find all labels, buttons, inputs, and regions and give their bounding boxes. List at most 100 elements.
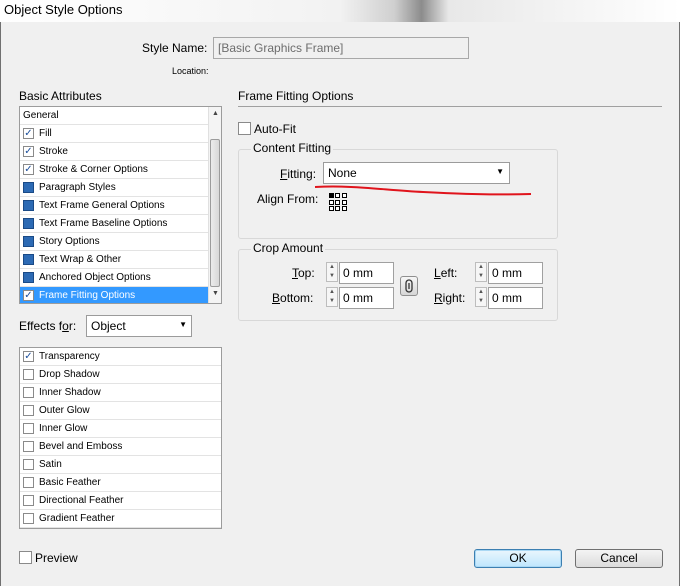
link-icon[interactable] bbox=[400, 276, 418, 296]
list-item[interactable]: Basic Feather bbox=[20, 474, 221, 492]
checkbox[interactable] bbox=[23, 441, 34, 452]
bottom-label: Bottom: bbox=[272, 291, 314, 305]
list-item[interactable]: Fill bbox=[20, 125, 208, 143]
left-field[interactable]: 0 mm bbox=[488, 262, 543, 284]
list-item[interactable]: Text Frame Baseline Options bbox=[20, 215, 208, 233]
list-item[interactable]: General bbox=[20, 107, 208, 125]
left-label: Left: bbox=[434, 266, 458, 280]
content-fitting-title: Content Fitting bbox=[251, 141, 334, 155]
ignore-checkbox-icon[interactable] bbox=[23, 254, 34, 265]
bottom-field[interactable]: 0 mm bbox=[339, 287, 394, 309]
ignore-checkbox-icon[interactable] bbox=[23, 236, 34, 247]
list-item[interactable]: Transparency bbox=[20, 348, 221, 366]
ok-button[interactable]: OK bbox=[474, 549, 562, 568]
title-bar[interactable]: Object Style Options bbox=[0, 0, 680, 22]
list-item-label: Anchored Object Options bbox=[39, 272, 151, 283]
basic-attributes-list: General Fill Stroke Stroke & Corner Options… bbox=[19, 106, 222, 304]
list-item-label: Inner Shadow bbox=[39, 387, 101, 398]
top-stepper[interactable]: ▲ ▼ bbox=[326, 262, 338, 282]
checkbox[interactable] bbox=[23, 128, 34, 139]
list-item-label: Stroke bbox=[39, 146, 68, 157]
basic-attributes-heading: Basic Attributes bbox=[19, 89, 102, 103]
fitting-dropdown[interactable]: None ▼ bbox=[323, 162, 510, 184]
heading-divider bbox=[238, 106, 662, 107]
list-item[interactable]: Bevel and Emboss bbox=[20, 438, 221, 456]
style-name-field[interactable]: [Basic Graphics Frame] bbox=[213, 37, 469, 59]
list-item-label: Text Wrap & Other bbox=[39, 254, 122, 265]
location-label: Location: bbox=[172, 66, 209, 76]
list-item[interactable]: Stroke bbox=[20, 143, 208, 161]
checkbox[interactable] bbox=[23, 290, 34, 301]
list-item-label: General bbox=[23, 110, 59, 121]
preview-checkbox[interactable] bbox=[19, 551, 32, 564]
list-item[interactable]: Stroke & Corner Options bbox=[20, 161, 208, 179]
preview-label: Preview bbox=[35, 551, 78, 565]
list-item[interactable]: Satin bbox=[20, 456, 221, 474]
effects-for-dropdown[interactable]: Object ▼ bbox=[86, 315, 192, 337]
chevron-down-icon: ▼ bbox=[496, 167, 504, 176]
checkbox[interactable] bbox=[23, 513, 34, 524]
checkbox[interactable] bbox=[23, 477, 34, 488]
list-item[interactable]: Text Frame General Options bbox=[20, 197, 208, 215]
list-item-label: Drop Shadow bbox=[39, 369, 100, 380]
object-style-options-dialog: Style Name: [Basic Graphics Frame] Locat… bbox=[0, 22, 680, 586]
scroll-thumb[interactable] bbox=[210, 139, 220, 287]
scroll-down-icon[interactable]: ▼ bbox=[212, 290, 219, 297]
right-field[interactable]: 0 mm bbox=[488, 287, 543, 309]
right-label: Right: bbox=[434, 291, 466, 305]
right-stepper[interactable]: ▲ ▼ bbox=[475, 287, 487, 307]
list-item[interactable]: Paragraph Styles bbox=[20, 179, 208, 197]
list-item[interactable]: Directional Feather bbox=[20, 492, 221, 510]
checkbox[interactable] bbox=[23, 146, 34, 157]
list-item-label: Satin bbox=[39, 459, 62, 470]
crop-amount-title: Crop Amount bbox=[251, 241, 326, 255]
bottom-stepper[interactable]: ▲ ▼ bbox=[326, 287, 338, 307]
list-item[interactable]: Outer Glow bbox=[20, 402, 221, 420]
top-field[interactable]: 0 mm bbox=[339, 262, 394, 284]
fitting-label: Fitting: bbox=[280, 167, 317, 181]
chevron-down-icon: ▼ bbox=[179, 320, 187, 329]
list-item-label: Gradient Feather bbox=[39, 513, 115, 524]
list-item[interactable]: Anchored Object Options bbox=[20, 269, 208, 287]
effects-for-label: Effects for: bbox=[19, 319, 77, 333]
list-item[interactable]: Inner Glow bbox=[20, 420, 221, 438]
fitting-value: None bbox=[328, 166, 357, 180]
effects-for-value: Object bbox=[91, 319, 126, 333]
auto-fit-label: Auto-Fit bbox=[254, 122, 297, 136]
crop-amount-group bbox=[238, 249, 558, 321]
align-from-label: Align From: bbox=[257, 192, 319, 206]
attributes-scrollbar[interactable]: ▲ ▼ bbox=[208, 107, 221, 303]
scroll-up-icon[interactable]: ▲ bbox=[212, 110, 219, 117]
list-item-label: Frame Fitting Options bbox=[39, 290, 136, 301]
checkbox[interactable] bbox=[23, 495, 34, 506]
ignore-checkbox-icon[interactable] bbox=[23, 272, 34, 283]
checkbox[interactable] bbox=[23, 459, 34, 470]
list-item[interactable]: Text Wrap & Other bbox=[20, 251, 208, 269]
list-item-label: Transparency bbox=[39, 351, 100, 362]
ignore-checkbox-icon[interactable] bbox=[23, 218, 34, 229]
checkbox[interactable] bbox=[23, 405, 34, 416]
list-item[interactable]: Story Options bbox=[20, 233, 208, 251]
left-stepper[interactable]: ▲ ▼ bbox=[475, 262, 487, 282]
effects-list: Transparency Drop Shadow Inner Shadow Outer… bbox=[19, 347, 222, 529]
checkbox[interactable] bbox=[23, 387, 34, 398]
list-item-label: Inner Glow bbox=[39, 423, 88, 434]
window-title: Object Style Options bbox=[4, 2, 123, 17]
list-item[interactable]: Inner Shadow bbox=[20, 384, 221, 402]
style-name-label: Style Name: bbox=[142, 41, 208, 55]
checkbox[interactable] bbox=[23, 423, 34, 434]
auto-fit-checkbox[interactable] bbox=[238, 122, 251, 135]
list-item[interactable]: Gradient Feather bbox=[20, 510, 221, 528]
ignore-checkbox-icon[interactable] bbox=[23, 200, 34, 211]
list-item-label: Text Frame General Options bbox=[39, 200, 165, 211]
ignore-checkbox-icon[interactable] bbox=[23, 182, 34, 193]
list-item-label: Basic Feather bbox=[39, 477, 101, 488]
list-item[interactable]: Frame Fitting Options bbox=[20, 287, 208, 303]
checkbox[interactable] bbox=[23, 164, 34, 175]
checkbox[interactable] bbox=[23, 351, 34, 362]
list-item[interactable]: Drop Shadow bbox=[20, 366, 221, 384]
list-item-label: Stroke & Corner Options bbox=[39, 164, 148, 175]
cancel-button[interactable]: Cancel bbox=[575, 549, 663, 568]
checkbox[interactable] bbox=[23, 369, 34, 380]
reference-point-grid[interactable] bbox=[328, 192, 348, 212]
